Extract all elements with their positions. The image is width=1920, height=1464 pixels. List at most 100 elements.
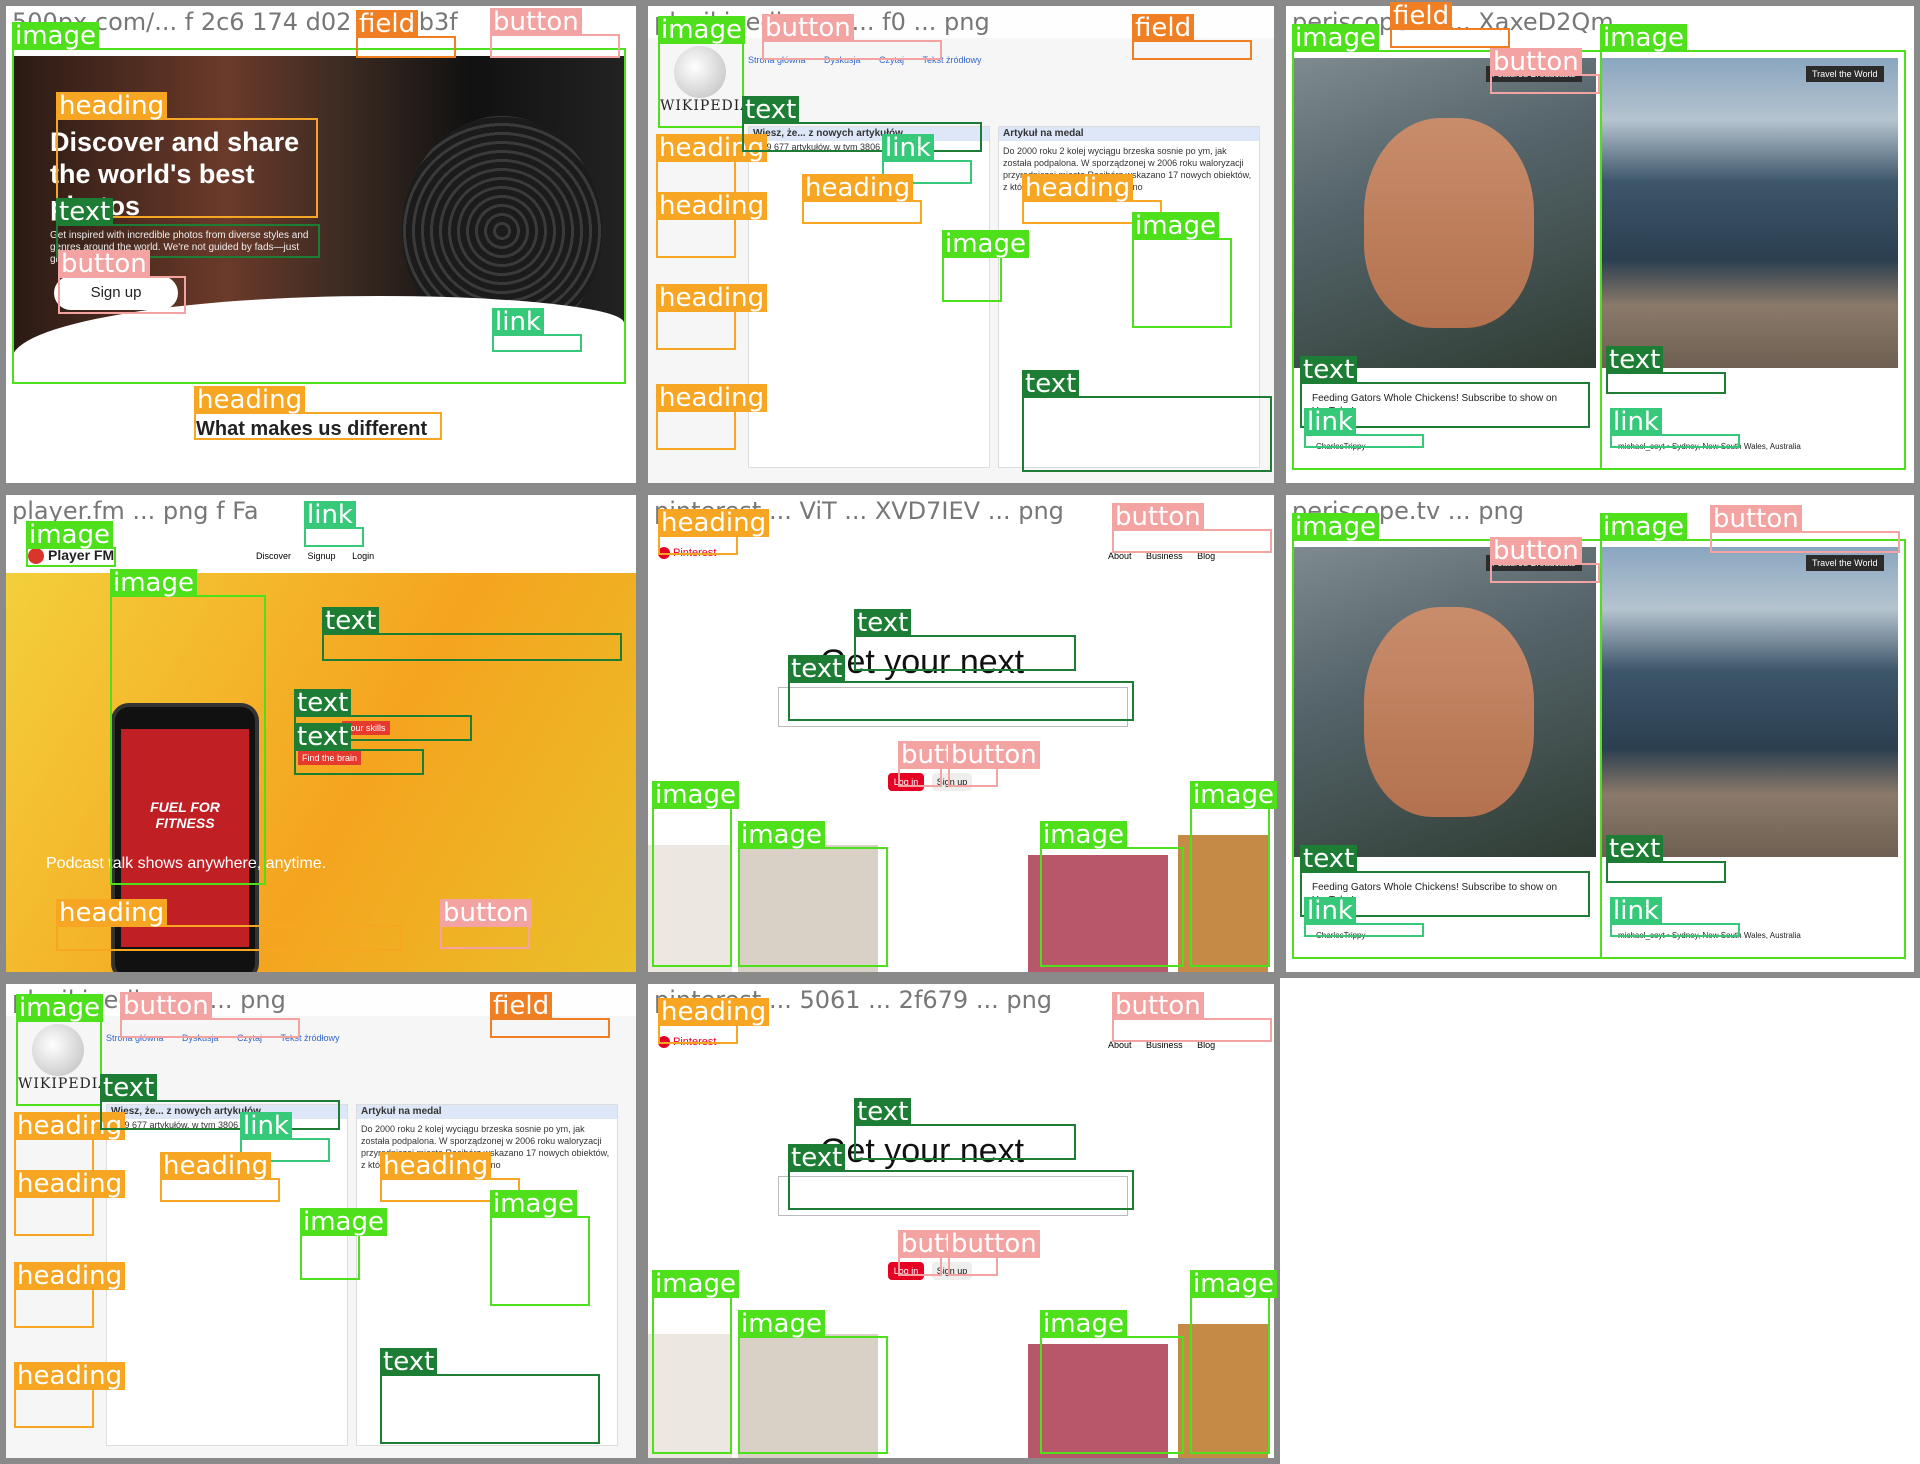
panel-playerfm: player.fm ... png f Fa Player FM Discove… — [0, 489, 642, 978]
person-face — [1364, 118, 1534, 328]
url-text: 500px.com/... f 2c6 174 d02 cdf7 b3f — [6, 6, 636, 38]
broadcast-user[interactable]: CharlesTrippy — [1312, 438, 1440, 455]
count-text: 1 409 677 artykułów, w tym 3806 — [107, 1120, 239, 1130]
brand-text: Pinterest — [673, 1036, 717, 1048]
red-tag: Find the brain — [298, 751, 362, 765]
pin-photo[interactable] — [648, 1334, 732, 1458]
pinterest-logo-icon — [658, 547, 670, 560]
signup-button[interactable]: Sign up — [932, 1262, 972, 1280]
person-face — [1364, 607, 1534, 817]
globe-icon — [32, 1024, 84, 1076]
nav-business[interactable]: Business — [1146, 1040, 1183, 1050]
box-heading: Artykuł na medal — [999, 127, 1259, 141]
pin-photo[interactable] — [1028, 855, 1168, 972]
nav-about[interactable]: About — [1108, 551, 1132, 561]
broadcast-location: michael_coyt • Sydney, New South Wales, … — [1614, 927, 1882, 944]
email-field[interactable] — [778, 1176, 1128, 1216]
featured-badge: Featured Broadcasts — [1486, 555, 1582, 571]
red-tag: your skills — [342, 721, 390, 735]
panel-screen: 500px.com/... f 2c6 174 d02 cdf7 b3f Dis… — [6, 6, 636, 483]
login-button[interactable]: Log in — [888, 773, 924, 791]
tab-talk[interactable]: Dyskusja — [182, 1033, 219, 1043]
panel-periscope-2: periscope.tv ... png Featured Broadcasts… — [1280, 489, 1920, 978]
wiki-tabs: Strona główna Dyskusja Czytaj Tekst źród… — [106, 1028, 353, 1046]
email-field[interactable] — [778, 687, 1128, 727]
broadcast-thumbnail-b[interactable] — [1600, 58, 1898, 368]
signup-button[interactable]: Sign up — [932, 773, 972, 791]
pin-photo[interactable] — [648, 845, 732, 972]
broadcast-thumbnail-a[interactable] — [1294, 547, 1596, 857]
panel-photo-sharing: 500px.com/... f 2c6 174 d02 cdf7 b3f Dis… — [0, 0, 642, 489]
pinterest-logo[interactable]: Pinterest — [658, 547, 717, 560]
box-heading: Wiesz, że... z nowych artykułów — [749, 127, 989, 141]
panel-screen: periscope.tv ... XaxeD2Qm Featured Broad… — [1286, 6, 1914, 483]
nav-about[interactable]: About — [1108, 1040, 1132, 1050]
panel-screen: pinterest ... ViT ... XVD7IEV ... png Pi… — [648, 495, 1274, 972]
pinterest-nav: About Business Blog — [1108, 551, 1215, 561]
broadcast-thumbnail-a[interactable] — [1294, 58, 1596, 368]
wiki-tabs: Strona główna Dyskusja Czytaj Tekst źród… — [748, 50, 995, 68]
nav-signup[interactable]: Signup — [308, 551, 336, 561]
phone-image: FUEL FOR FITNESS — [111, 703, 259, 972]
brand-text: Player FM — [48, 547, 115, 563]
pin-photo[interactable] — [1178, 835, 1268, 972]
tab-talk[interactable]: Dyskusja — [824, 55, 861, 65]
login-button[interactable]: Log in — [888, 1262, 924, 1280]
tab-source[interactable]: Tekst źródłowy — [280, 1033, 339, 1043]
panel-periscope: periscope.tv ... XaxeD2Qm Featured Broad… — [1280, 0, 1920, 489]
broadcast-caption: Feeding Gators Whole Chickens! Subscribe… — [1308, 390, 1586, 420]
featured-badge: Featured Broadcasts — [1486, 66, 1582, 82]
playerfm-hero: FUEL FOR FITNESS your skills Find the br… — [6, 573, 636, 972]
url-text: periscope.tv ... png — [1286, 495, 1914, 527]
url-text: pinterest ... 5061 ... 2f679 ... png — [648, 984, 1274, 1016]
playerfm-logo-icon — [28, 548, 44, 565]
tab-main[interactable]: Strona główna — [106, 1033, 164, 1043]
playerfm-nav: Discover Signup Login — [256, 551, 374, 561]
broadcast-location: michael_coyt • Sydney, New South Wales, … — [1614, 438, 1882, 455]
pin-photo[interactable] — [738, 845, 878, 972]
pin-photo[interactable] — [738, 1334, 878, 1458]
signup-heading: Get your next — [820, 643, 1025, 681]
wiki-left-column: Wiesz, że... z nowych artykułów 1 409 67… — [748, 126, 990, 468]
tab-main[interactable]: Strona główna — [748, 55, 806, 65]
playerfm-logo[interactable]: Player FM — [28, 547, 115, 565]
box-heading: Wiesz, że... z nowych artykułów — [107, 1105, 347, 1119]
hero-headline: Discover and share the world's best phot… — [50, 127, 300, 221]
nav-blog[interactable]: Blog — [1197, 1040, 1215, 1050]
signup-button[interactable]: Sign up — [54, 276, 178, 310]
panel-screen: periscope.tv ... png Featured Broadcasts… — [1286, 495, 1914, 972]
pinterest-nav: About Business Blog — [1108, 1040, 1215, 1050]
featured-text: Do 2000 roku 2 kolej wyciągu brzeska sos… — [361, 1124, 610, 1170]
nav-login[interactable]: Login — [352, 551, 374, 561]
panel-screen: pl.wikipedia.org ... png WIKIPEDIA Stron… — [6, 984, 636, 1458]
tab-read[interactable]: Czytaj — [879, 55, 904, 65]
phone-screen: FUEL FOR FITNESS — [121, 729, 249, 947]
travel-badge: Travel the World — [1806, 555, 1884, 571]
wikipedia-logo[interactable]: WIKIPEDIA — [18, 1024, 108, 1104]
nav-blog[interactable]: Blog — [1197, 551, 1215, 561]
travel-badge: Travel the World — [1806, 66, 1884, 82]
wikipedia-logo[interactable]: WIKIPEDIA — [660, 46, 752, 126]
pinterest-logo-icon — [658, 1036, 670, 1049]
pin-photo[interactable] — [1178, 1324, 1268, 1458]
pin-photo[interactable] — [1028, 1344, 1168, 1458]
brand-text: Pinterest — [673, 547, 717, 559]
panel-screen: player.fm ... png f Fa Player FM Discove… — [6, 495, 636, 972]
tagline: Podcast talk shows anywhere, anytime. — [46, 855, 327, 872]
tab-read[interactable]: Czytaj — [237, 1033, 262, 1043]
broadcast-user[interactable]: CharlesTrippy — [1312, 927, 1440, 944]
empty-area — [1280, 978, 1920, 1464]
pinterest-logo[interactable]: Pinterest — [658, 1036, 717, 1049]
url-text: pinterest ... ViT ... XVD7IEV ... png — [648, 495, 1274, 527]
nav-discover[interactable]: Discover — [256, 551, 291, 561]
box-heading: Artykuł na medal — [357, 1105, 617, 1119]
broadcast-thumbnail-b[interactable] — [1600, 547, 1898, 857]
screenshot-grid: 500px.com/... f 2c6 174 d02 cdf7 b3f Dis… — [0, 0, 1920, 1464]
url-text: pl.wikipedia.org ... f0 ... png — [648, 6, 1274, 38]
nav-business[interactable]: Business — [1146, 551, 1183, 561]
globe-icon — [674, 46, 726, 98]
url-text: pl.wikipedia.org ... png — [6, 984, 636, 1016]
wiki-right-column: Artykuł na medal Do 2000 roku 2 kolej wy… — [998, 126, 1260, 468]
logo-wordmark: WIKIPEDIA — [660, 98, 752, 114]
tab-source[interactable]: Tekst źródłowy — [922, 55, 981, 65]
